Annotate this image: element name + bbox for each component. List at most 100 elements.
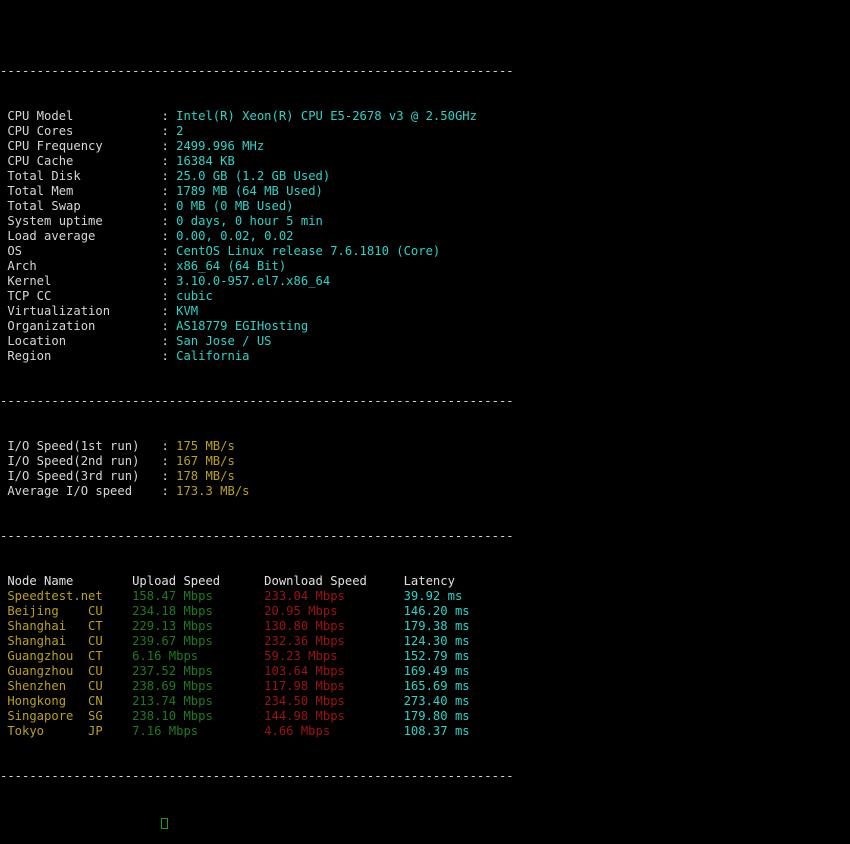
speedtest-node-name: Shenzhen CU	[0, 679, 133, 693]
sysinfo-value: AS18779 EGIHosting	[176, 319, 309, 333]
speedtest-header-download: Download Speed	[264, 574, 404, 588]
sysinfo-row: TCP CC : cubic	[0, 289, 850, 304]
speedtest-header-upload: Upload Speed	[132, 574, 265, 588]
speedtest-latency: 108.37 ms	[403, 724, 470, 738]
sysinfo-value: 1789 MB (64 MB Used)	[176, 184, 323, 198]
speedtest-latency: 124.30 ms	[403, 634, 470, 648]
sysinfo-colon: :	[161, 319, 177, 333]
sysinfo-value: 0 days, 0 hour 5 min	[176, 214, 323, 228]
sysinfo-row: Location : San Jose / US	[0, 334, 850, 349]
sysinfo-colon: :	[161, 199, 177, 213]
speedtest-latency: 39.92 ms	[403, 589, 463, 603]
iospeed-row: I/O Speed(2nd run) : 167 MB/s	[0, 454, 850, 469]
iospeed-colon: :	[161, 484, 177, 498]
sysinfo-value: CentOS Linux release 7.6.1810 (Core)	[176, 244, 441, 258]
sysinfo-value: 3.10.0-957.el7.x86_64	[176, 274, 331, 288]
speedtest-download-speed: 234.50 Mbps	[264, 694, 404, 708]
speedtest-download-speed: 144.98 Mbps	[264, 709, 404, 723]
sysinfo-colon: :	[161, 349, 177, 363]
sysinfo-value: KVM	[176, 304, 199, 318]
iospeed-value: 167 MB/s	[176, 454, 235, 468]
sysinfo-row: Total Disk : 25.0 GB (1.2 GB Used)	[0, 169, 850, 184]
sysinfo-label: CPU Model	[0, 109, 162, 123]
sysinfo-colon: :	[161, 334, 177, 348]
sysinfo-label: Virtualization	[0, 304, 162, 318]
sysinfo-label: Location	[0, 334, 162, 348]
sysinfo-value: 0.00, 0.02, 0.02	[176, 229, 294, 243]
iospeed-colon: :	[161, 469, 177, 483]
speedtest-node-name: Hongkong CN	[0, 694, 133, 708]
table-row: Guangzhou CT 6.16 Mbps 59.23 Mbps 152.79…	[0, 649, 850, 664]
speedtest-latency: 273.40 ms	[403, 694, 470, 708]
table-row: Speedtest.net 158.47 Mbps 233.04 Mbps 39…	[0, 589, 850, 604]
sysinfo-value: 16384 KB	[176, 154, 235, 168]
separator-text: ----------------------------------------…	[0, 769, 514, 783]
iospeed-row: I/O Speed(3rd run) : 178 MB/s	[0, 469, 850, 484]
prompt-spacer	[0, 814, 161, 828]
speedtest-header-latency: Latency	[403, 574, 455, 588]
separator-bottom: ----------------------------------------…	[0, 769, 850, 784]
speedtest-latency: 169.49 ms	[403, 664, 470, 678]
speedtest-table-block: Node Name Upload Speed Download Speed La…	[0, 574, 850, 739]
speedtest-node-name: Shanghai CT	[0, 619, 133, 633]
separator-line: ----------------------------------------…	[0, 394, 850, 409]
separator-text: ----------------------------------------…	[0, 394, 514, 408]
sysinfo-row: System uptime : 0 days, 0 hour 5 min	[0, 214, 850, 229]
sysinfo-colon: :	[161, 109, 177, 123]
sysinfo-label: Total Swap	[0, 199, 162, 213]
table-row: Hongkong CN 213.74 Mbps 234.50 Mbps 273.…	[0, 694, 850, 709]
separator-after-sysinfo: ----------------------------------------…	[0, 394, 850, 409]
iospeed-value: 173.3 MB/s	[176, 484, 250, 498]
iospeed-label: Average I/O speed	[0, 484, 162, 498]
sysinfo-label: Organization	[0, 319, 162, 333]
speedtest-upload-speed: 234.18 Mbps	[132, 604, 265, 618]
sysinfo-row: OS : CentOS Linux release 7.6.1810 (Core…	[0, 244, 850, 259]
sysinfo-label: TCP CC	[0, 289, 162, 303]
table-row: Shanghai CT 229.13 Mbps 130.80 Mbps 179.…	[0, 619, 850, 634]
speedtest-upload-speed: 237.52 Mbps	[132, 664, 265, 678]
sysinfo-label: Region	[0, 349, 162, 363]
table-row: Shenzhen CU 238.69 Mbps 117.98 Mbps 165.…	[0, 679, 850, 694]
iospeed-label: I/O Speed(1st run)	[0, 439, 162, 453]
sysinfo-value: 25.0 GB (1.2 GB Used)	[176, 169, 331, 183]
sysinfo-colon: :	[161, 289, 177, 303]
sysinfo-label: System uptime	[0, 214, 162, 228]
speedtest-latency: 146.20 ms	[403, 604, 470, 618]
speedtest-download-speed: 130.80 Mbps	[264, 619, 404, 633]
sysinfo-value: San Jose / US	[176, 334, 272, 348]
speedtest-upload-speed: 7.16 Mbps	[132, 724, 265, 738]
iospeed-label: I/O Speed(2nd run)	[0, 454, 162, 468]
speedtest-upload-speed: 158.47 Mbps	[132, 589, 265, 603]
sysinfo-row: CPU Cache : 16384 KB	[0, 154, 850, 169]
speedtest-download-speed: 233.04 Mbps	[264, 589, 404, 603]
sysinfo-colon: :	[161, 169, 177, 183]
sysinfo-value: cubic	[176, 289, 213, 303]
speedtest-node-name: Tokyo JP	[0, 724, 133, 738]
sysinfo-row: Total Mem : 1789 MB (64 MB Used)	[0, 184, 850, 199]
sysinfo-value: x86_64 (64 Bit)	[176, 259, 287, 273]
sysinfo-label: Arch	[0, 259, 162, 273]
table-row: Shanghai CU 239.67 Mbps 232.36 Mbps 124.…	[0, 634, 850, 649]
io-speed-block: I/O Speed(1st run) : 175 MB/s I/O Speed(…	[0, 439, 850, 499]
sysinfo-label: Load average	[0, 229, 162, 243]
table-row: Guangzhou CU 237.52 Mbps 103.64 Mbps 169…	[0, 664, 850, 679]
sysinfo-label: CPU Frequency	[0, 139, 162, 153]
sysinfo-row: Kernel : 3.10.0-957.el7.x86_64	[0, 274, 850, 289]
separator-line: ----------------------------------------…	[0, 769, 850, 784]
sysinfo-colon: :	[161, 214, 177, 228]
speedtest-header-node: Node Name	[0, 574, 133, 588]
speedtest-latency: 152.79 ms	[403, 649, 470, 663]
sysinfo-colon: :	[161, 304, 177, 318]
sysinfo-label: Total Mem	[0, 184, 162, 198]
sysinfo-label: Kernel	[0, 274, 162, 288]
iospeed-colon: :	[161, 454, 177, 468]
speedtest-node-name: Guangzhou CU	[0, 664, 133, 678]
speedtest-download-speed: 117.98 Mbps	[264, 679, 404, 693]
speedtest-upload-speed: 229.13 Mbps	[132, 619, 265, 633]
terminal-output: ----------------------------------------…	[0, 0, 850, 829]
iospeed-colon: :	[161, 439, 177, 453]
speedtest-upload-speed: 6.16 Mbps	[132, 649, 265, 663]
separator-line: ----------------------------------------…	[0, 529, 850, 544]
separator-after-iospeed: ----------------------------------------…	[0, 529, 850, 544]
speedtest-upload-speed: 238.69 Mbps	[132, 679, 265, 693]
